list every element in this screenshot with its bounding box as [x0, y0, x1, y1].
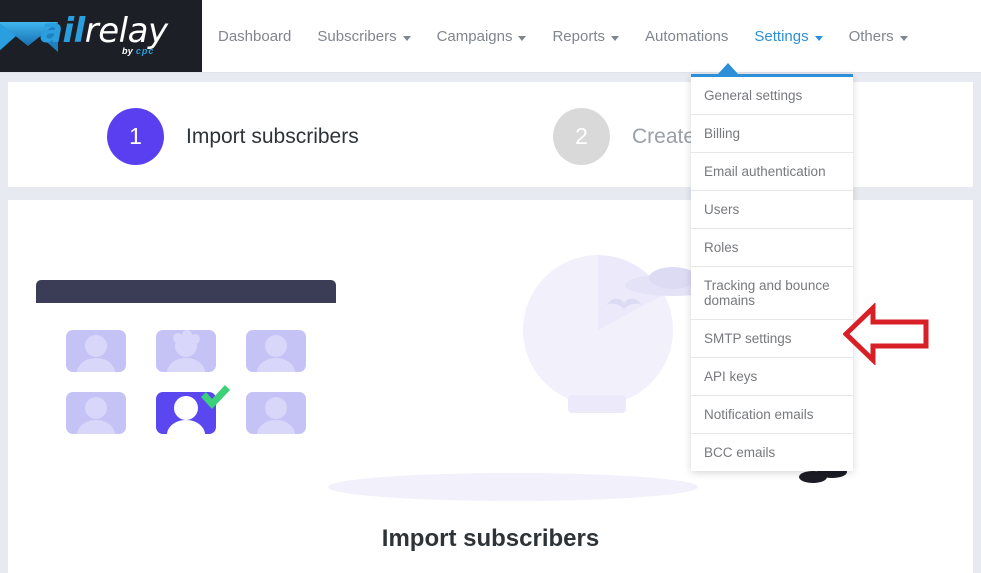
menu-item-email-authentication[interactable]: Email authentication — [691, 153, 853, 191]
chevron-down-icon — [518, 35, 527, 41]
nav-item-reports[interactable]: Reports — [539, 0, 632, 72]
step-number-badge: 1 — [107, 108, 164, 165]
brand-logo[interactable]: ailrelay by cpc — [0, 0, 202, 72]
menu-item-notification-emails[interactable]: Notification emails — [691, 396, 853, 434]
logo-tagline-cpc: cpc — [135, 46, 155, 56]
chevron-down-icon — [814, 35, 823, 41]
menu-item-api-keys[interactable]: API keys — [691, 358, 853, 396]
chevron-down-icon — [402, 35, 411, 41]
nav-label: Campaigns — [436, 27, 513, 45]
dropdown-caret-icon — [718, 63, 738, 74]
wizard-step-1[interactable]: 1 Import subscribers — [107, 108, 359, 165]
nav-label: Dashboard — [218, 27, 292, 45]
logo-wrap: ailrelay by cpc — [0, 8, 202, 64]
nav-item-settings[interactable]: Settings — [741, 0, 835, 72]
top-header: ailrelay by cpc Dashboard Subscribers Ca… — [0, 0, 981, 73]
menu-item-tracking-and-bounce-domains[interactable]: Tracking and bounce domains — [691, 267, 853, 320]
main-navigation: Dashboard Subscribers Campaigns Reports … — [205, 0, 921, 72]
step-label: Create — [632, 124, 696, 148]
nav-item-others[interactable]: Others — [836, 0, 921, 72]
nav-label: Settings — [754, 27, 809, 45]
settings-dropdown-menu: General settings Billing Email authentic… — [691, 74, 853, 471]
menu-item-users[interactable]: Users — [691, 191, 853, 229]
menu-item-general-settings[interactable]: General settings — [691, 77, 853, 115]
arrow-left-annotation — [843, 303, 929, 365]
logo-ail-text: ail — [40, 11, 85, 51]
step-label: Import subscribers — [186, 124, 359, 148]
menu-item-smtp-settings[interactable]: SMTP settings — [691, 320, 853, 358]
nav-label: Reports — [552, 27, 605, 45]
step-number-badge: 2 — [553, 108, 610, 165]
wizard-step-2[interactable]: 2 Create — [553, 108, 695, 165]
chevron-down-icon — [611, 35, 619, 41]
logo-relay-text: relay — [84, 11, 168, 51]
menu-item-bcc-emails[interactable]: BCC emails — [691, 434, 853, 471]
nav-item-subscribers[interactable]: Subscribers — [304, 0, 423, 72]
nav-label: Others — [848, 27, 894, 45]
nav-item-automations[interactable]: Automations — [632, 0, 741, 72]
chevron-down-icon — [899, 35, 908, 41]
menu-item-roles[interactable]: Roles — [691, 229, 853, 267]
logo-tagline: by cpc — [122, 46, 154, 56]
menu-item-billing[interactable]: Billing — [691, 115, 853, 153]
nav-label: Subscribers — [317, 27, 397, 45]
nav-item-dashboard[interactable]: Dashboard — [205, 0, 304, 72]
nav-item-campaigns[interactable]: Campaigns — [424, 0, 540, 72]
logo-tagline-by: by — [122, 46, 136, 56]
nav-label: Automations — [645, 27, 729, 45]
page-title: Import subscribers — [381, 525, 600, 552]
